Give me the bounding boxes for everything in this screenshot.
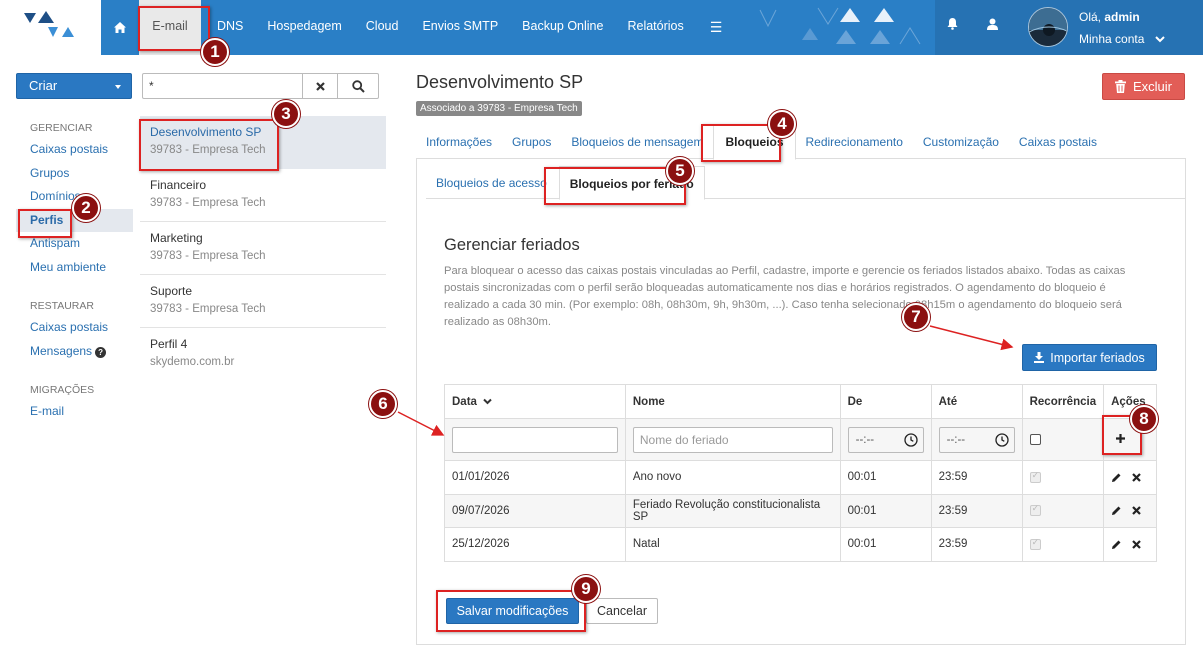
annotation-badge-7: 7 (902, 303, 930, 331)
annotation-badge-9: 9 (572, 575, 600, 603)
annotation-badge-3: 3 (272, 100, 300, 128)
annotation-badge-2: 2 (72, 194, 100, 222)
annotation-badge-8: 8 (1130, 405, 1158, 433)
annotation-badge-5: 5 (666, 157, 694, 185)
annotation-badge-6: 6 (369, 390, 397, 418)
annotation-badge-1: 1 (201, 38, 229, 66)
annotation-arrows (397, 325, 1014, 436)
annotation-badge-4: 4 (768, 110, 796, 138)
